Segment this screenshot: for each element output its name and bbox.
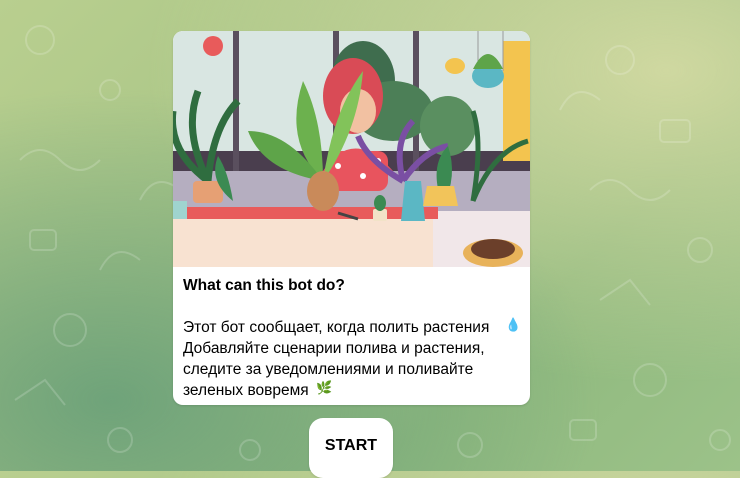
bot-description-title: What can this bot do? [183,277,345,294]
watering-emoji: 💧 [505,317,522,332]
bot-description-card: What can this bot do? Этот бот сообщает,… [173,31,530,405]
bot-description-body: Этот бот сообщает, когда полить растения… [183,319,490,399]
leaf-emoji: 🌿 [316,380,333,395]
start-button[interactable]: START [309,418,393,478]
bot-description-text: Этот бот сообщает, когда полить растения… [183,317,523,401]
woman-with-houseplants-illustration [173,31,530,267]
bot-description: What can this bot do? Этот бот сообщает,… [183,275,523,401]
